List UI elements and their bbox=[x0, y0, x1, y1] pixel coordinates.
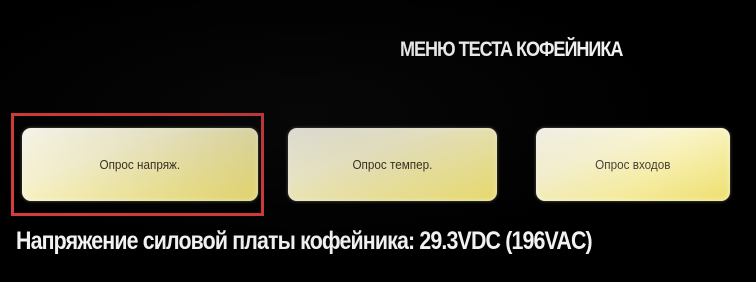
voltage-query-label: Опрос напряж. bbox=[99, 157, 181, 172]
voltage-query-button[interactable]: Опрос напряж. bbox=[22, 128, 258, 201]
menu-title: МЕНЮ ТЕСТА КОФЕЙНИКА bbox=[400, 38, 623, 61]
temperature-query-button[interactable]: Опрос темпер. bbox=[288, 128, 497, 201]
inputs-query-button[interactable]: Опрос входов bbox=[536, 128, 730, 201]
inputs-query-label: Опрос входов bbox=[595, 157, 671, 172]
coffee-maker-test-screen: МЕНЮ ТЕСТА КОФЕЙНИКА Опрос напряж. Опрос… bbox=[0, 0, 756, 282]
temperature-query-label: Опрос темпер. bbox=[352, 157, 433, 172]
voltage-status-readout: Напряжение силовой платы кофейника: 29.3… bbox=[16, 227, 593, 255]
